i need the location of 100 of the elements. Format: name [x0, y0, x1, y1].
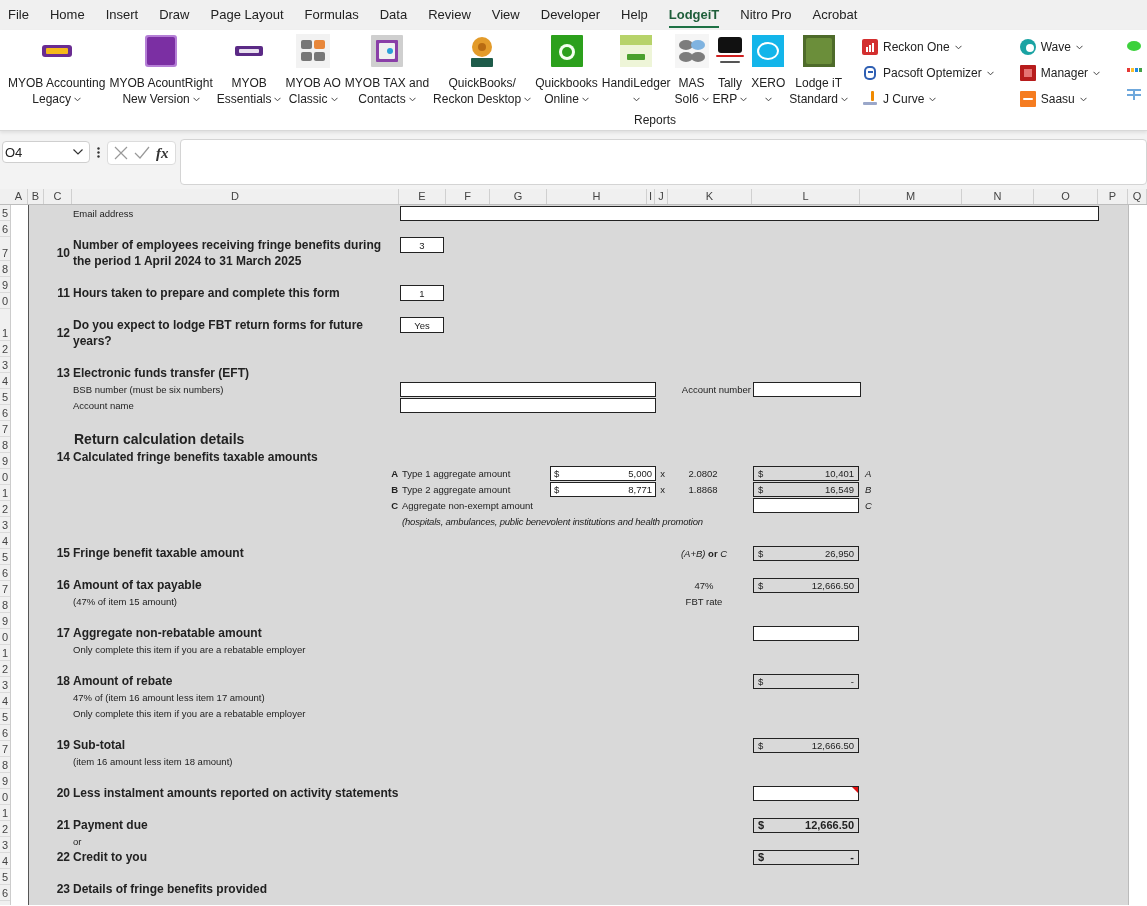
- ribbon-tab[interactable]: Help: [621, 2, 648, 28]
- row-number[interactable]: 4: [0, 373, 10, 389]
- answer-field[interactable]: 1: [400, 285, 444, 301]
- row-number[interactable]: 5: [0, 205, 10, 221]
- name-box[interactable]: O4: [2, 141, 90, 163]
- ribbon-tab[interactable]: Developer: [540, 2, 600, 28]
- amount-field[interactable]: [753, 625, 859, 641]
- ribbon-button[interactable]: J Curve: [862, 90, 994, 108]
- column-header[interactable]: I: [647, 189, 655, 204]
- ribbon-button[interactable]: MYOB TAX and Contacts: [342, 34, 432, 107]
- row-number[interactable]: 4: [0, 533, 10, 549]
- row-number[interactable]: 0: [0, 629, 10, 645]
- row-number[interactable]: 2: [0, 821, 10, 837]
- amount-field[interactable]: $ 12,666.50: [753, 737, 859, 753]
- row-number[interactable]: 6: [0, 885, 10, 901]
- cancel-icon[interactable]: [114, 146, 128, 160]
- row-number[interactable]: 9: [0, 277, 10, 293]
- ribbon-button[interactable]: MYOB Accounting Legacy: [6, 34, 108, 107]
- column-header[interactable]: Q: [1128, 189, 1147, 204]
- row-number[interactable]: 1: [0, 645, 10, 661]
- ribbon-tab[interactable]: Draw: [159, 2, 190, 28]
- column-header[interactable]: L: [752, 189, 860, 204]
- row-number[interactable]: 6: [0, 725, 10, 741]
- ribbon-tab[interactable]: Review: [428, 2, 471, 28]
- row-number[interactable]: 1: [0, 805, 10, 821]
- row-number[interactable]: 8: [0, 597, 10, 613]
- ribbon-tab[interactable]: Insert: [105, 2, 139, 28]
- row-number[interactable]: 3: [0, 517, 10, 533]
- column-header[interactable]: A: [10, 189, 28, 204]
- row-number[interactable]: 2: [0, 661, 10, 677]
- row-number[interactable]: 3: [0, 677, 10, 693]
- ribbon-button[interactable]: Lodge iT Standard: [787, 34, 850, 107]
- row-number[interactable]: 0: [0, 293, 10, 309]
- row-number[interactable]: 8: [0, 437, 10, 453]
- row-number[interactable]: 5: [0, 549, 10, 565]
- column-header[interactable]: F: [446, 189, 490, 204]
- amount-field[interactable]: $ 12,666.50: [753, 577, 859, 593]
- ribbon-tab[interactable]: Nitro Pro: [740, 2, 792, 28]
- column-header[interactable]: K: [668, 189, 752, 204]
- ribbon-button[interactable]: HandiLedger: [599, 34, 673, 107]
- account-name-field[interactable]: [400, 397, 656, 413]
- ribbon-tab[interactable]: Formulas: [304, 2, 359, 28]
- row-number[interactable]: 0: [0, 789, 10, 805]
- row-number[interactable]: 2: [0, 341, 10, 357]
- row-number[interactable]: 4: [0, 693, 10, 709]
- row-number[interactable]: 6: [0, 221, 10, 237]
- ribbon-button[interactable]: Tally ERP: [710, 34, 750, 107]
- ribbon-button[interactable]: Quickbooks Online: [533, 34, 600, 107]
- ribbon-tab[interactable]: Data: [379, 2, 408, 28]
- bsb-field[interactable]: [400, 381, 656, 397]
- answer-field[interactable]: Yes: [400, 317, 444, 333]
- row-number[interactable]: 7: [0, 581, 10, 597]
- amount-field[interactable]: $ 10,401: [753, 465, 859, 481]
- ribbon-button[interactable]: QuickBooks/ Reckon Desktop: [431, 34, 534, 107]
- ribbon-button[interactable]: Wave: [1019, 38, 1101, 56]
- amount-field[interactable]: $ -: [753, 673, 859, 689]
- column-header[interactable]: H: [547, 189, 647, 204]
- row-number[interactable]: 6: [0, 405, 10, 421]
- column-header[interactable]: N: [962, 189, 1034, 204]
- account-number-field[interactable]: [753, 381, 861, 397]
- row-number[interactable]: 0: [0, 469, 10, 485]
- ribbon-button[interactable]: MYOB AO Classic: [283, 34, 343, 107]
- row-number[interactable]: 7: [0, 237, 10, 261]
- row-number[interactable]: 9: [0, 453, 10, 469]
- column-header[interactable]: M: [860, 189, 962, 204]
- row-number[interactable]: 9: [0, 613, 10, 629]
- formula-input[interactable]: [179, 139, 1147, 185]
- ribbon-button[interactable]: MYOB Essentials: [214, 34, 284, 107]
- ribbon-tab[interactable]: Acrobat: [812, 2, 858, 28]
- ribbon-tab[interactable]: Page Layout: [210, 2, 284, 28]
- row-number[interactable]: 6: [0, 565, 10, 581]
- amount-field[interactable]: $ -: [753, 849, 859, 865]
- amount-field[interactable]: $ 12,666.50: [753, 817, 859, 833]
- row-number[interactable]: 4: [0, 853, 10, 869]
- row-number[interactable]: 8: [0, 757, 10, 773]
- column-header[interactable]: C: [44, 189, 72, 204]
- check-icon[interactable]: [134, 146, 150, 160]
- column-header[interactable]: D: [72, 189, 399, 204]
- row-number[interactable]: 3: [0, 357, 10, 373]
- row-number[interactable]: 1: [0, 485, 10, 501]
- amount-field[interactable]: $ 5,000: [550, 465, 656, 481]
- ribbon-button[interactable]: MAS Sol6: [672, 34, 711, 107]
- column-header[interactable]: O: [1034, 189, 1098, 204]
- answer-field[interactable]: 3: [400, 237, 444, 253]
- column-header[interactable]: E: [399, 189, 446, 204]
- column-header[interactable]: P: [1098, 189, 1128, 204]
- ribbon-tab[interactable]: Home: [49, 2, 85, 28]
- ribbon-tab[interactable]: View: [491, 2, 520, 28]
- column-header[interactable]: J: [655, 189, 668, 204]
- ribbon-button[interactable]: Pacsoft Optemizer: [862, 64, 994, 82]
- ribbon-button[interactable]: XERO: [749, 34, 788, 107]
- insert-function-button[interactable]: fx: [156, 144, 169, 162]
- amount-field[interactable]: $ 26,950: [753, 545, 859, 561]
- ribbon-tab[interactable]: LodgeiT: [668, 2, 720, 28]
- ribbon-button[interactable]: Manager: [1019, 64, 1101, 82]
- row-number[interactable]: 7: [0, 421, 10, 437]
- row-number[interactable]: 5: [0, 709, 10, 725]
- row-number[interactable]: 5: [0, 869, 10, 885]
- row-number[interactable]: 3: [0, 837, 10, 853]
- amount-field[interactable]: $ 16,549: [753, 481, 859, 497]
